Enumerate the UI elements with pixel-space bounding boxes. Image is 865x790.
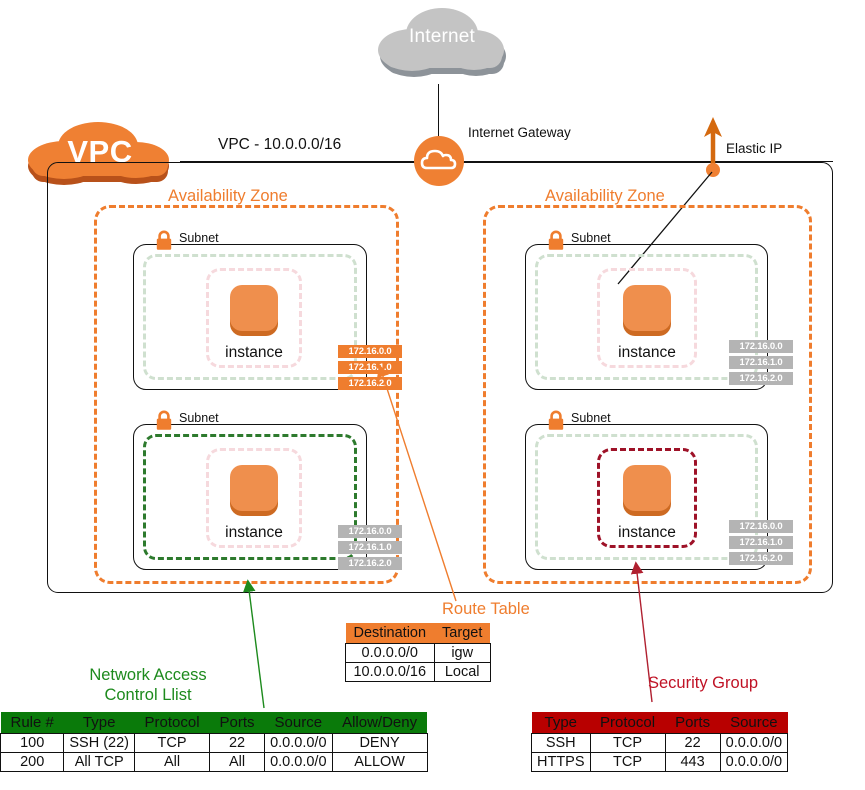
instance-icon — [623, 285, 671, 336]
lock-icon — [156, 410, 172, 430]
lock-icon — [548, 410, 564, 430]
nacl-table-cell: 100 — [0, 733, 65, 753]
vpc-top-connector-line — [180, 161, 833, 162]
nacl-table-header-row: Rule # Type Protocol Ports Source Allow/… — [0, 712, 428, 734]
security-group-table: Type Protocol Ports Source SSH TCP 22 0.… — [531, 712, 789, 772]
table-row: SSH TCP 22 0.0.0.0/0 — [531, 733, 789, 753]
security-group-table-cell: SSH — [531, 733, 591, 753]
nacl-table-cell: 0.0.0.0/0 — [264, 752, 333, 772]
route-table-cell: Local — [433, 662, 491, 682]
nacl-title-line2: Control Llist — [104, 686, 192, 704]
subnet-label-top-right: Subnet — [571, 231, 611, 245]
security-group-table-cell: TCP — [589, 752, 666, 772]
nacl-table-header-cell: Source — [264, 712, 333, 734]
lock-icon — [548, 230, 564, 250]
vpc-cidr-label: VPC - 10.0.0.0/16 — [218, 136, 342, 153]
subnet-label-top-left: Subnet — [179, 231, 219, 245]
security-group-table-header-row: Type Protocol Ports Source — [531, 712, 788, 734]
instance-icon — [230, 465, 278, 516]
nacl-table-header-cell: Type — [63, 712, 135, 734]
nacl-table-header-cell: Protocol — [134, 712, 210, 734]
nacl-table-cell: SSH (22) — [63, 733, 135, 753]
internet-gateway-cloud-glyph — [420, 149, 457, 170]
instance-label-top-right: instance — [618, 344, 676, 361]
nacl-table-cell: 0.0.0.0/0 — [264, 733, 333, 753]
instance-label-bottom-right: instance — [618, 524, 676, 541]
route-chip: 172.16.1.0 — [729, 356, 793, 369]
security-group-table-cell: HTTPS — [531, 752, 591, 772]
vpc-architecture-diagram: Internet VPC VPC - 10.0.0.0/16 Internet … — [0, 0, 865, 790]
route-table: Destination Target 0.0.0.0/0 igw 10.0.0.… — [345, 623, 491, 682]
nacl-table-header-cell: Rule # — [0, 712, 64, 734]
table-row: HTTPS TCP 443 0.0.0.0/0 — [531, 752, 789, 772]
route-table-header-cell: Destination — [345, 623, 435, 644]
security-group-table-header-cell: Ports — [665, 712, 721, 734]
security-group-table-header-cell: Protocol — [590, 712, 666, 734]
security-group-table-cell: 0.0.0.0/0 — [719, 752, 789, 772]
nacl-title-line1: Network Access — [89, 666, 207, 684]
elastic-ip-label: Elastic IP — [726, 141, 783, 156]
security-group-table-cell: 22 — [664, 733, 721, 753]
internet-gateway-stem — [438, 84, 439, 138]
nacl-table-cell: 22 — [209, 733, 266, 753]
instance-icon — [230, 285, 278, 336]
nacl-table: Rule # Type Protocol Ports Source Allow/… — [0, 712, 428, 772]
route-chip: 172.16.2.0 — [729, 372, 793, 385]
subnet-label-bottom-right: Subnet — [571, 411, 611, 425]
nacl-table-cell: All — [209, 752, 266, 772]
table-row: 200 All TCP All All 0.0.0.0/0 ALLOW — [0, 752, 428, 772]
route-chips-top-right: 172.16.0.0 172.16.1.0 172.16.2.0 — [729, 340, 793, 388]
nacl-table-header-cell: Ports — [209, 712, 265, 734]
nacl-table-cell: 200 — [0, 752, 65, 772]
route-chips-bottom-right: 172.16.0.0 172.16.1.0 172.16.2.0 — [729, 520, 793, 568]
instance-label-top-left: instance — [225, 344, 283, 361]
nacl-table-cell: DENY — [331, 733, 428, 753]
nacl-table-cell: All TCP — [63, 752, 135, 772]
route-table-title: Route Table — [442, 600, 530, 618]
availability-zone-right-label: Availability Zone — [545, 187, 665, 205]
lock-icon — [156, 230, 172, 250]
nacl-table-cell: TCP — [133, 733, 211, 753]
instance-icon — [623, 465, 671, 516]
security-group-table-header-cell: Type — [531, 712, 591, 734]
nacl-table-header-cell: Allow/Deny — [332, 712, 428, 734]
nacl-table-cell: All — [133, 752, 211, 772]
table-row: 0.0.0.0/0 igw — [345, 643, 491, 663]
security-group-table-header-cell: Source — [720, 712, 788, 734]
security-group-title: Security Group — [648, 674, 759, 692]
availability-zone-left-label: Availability Zone — [168, 187, 288, 205]
route-chip: 172.16.1.0 — [729, 536, 793, 549]
table-row: 10.0.0.0/16 Local — [345, 662, 491, 682]
route-table-header-cell: Target — [434, 623, 491, 644]
security-group-table-cell: 0.0.0.0/0 — [719, 733, 789, 753]
nacl-title: Network Access Control Llist — [68, 665, 228, 705]
nacl-table-cell: ALLOW — [331, 752, 428, 772]
internet-label: Internet — [408, 26, 476, 47]
subnet-label-bottom-left: Subnet — [179, 411, 219, 425]
table-row: 100 SSH (22) TCP 22 0.0.0.0/0 DENY — [0, 733, 428, 753]
route-table-cell: igw — [433, 643, 491, 663]
route-chip: 172.16.0.0 — [729, 520, 793, 533]
instance-label-bottom-left: instance — [225, 524, 283, 541]
route-table-cell: 0.0.0.0/0 — [345, 643, 435, 663]
route-table-header-row: Destination Target — [345, 623, 491, 644]
route-chip: 172.16.2.0 — [729, 552, 793, 565]
security-group-table-cell: 443 — [664, 752, 721, 772]
route-table-cell: 10.0.0.0/16 — [345, 662, 435, 682]
route-table-callout-arrow — [377, 364, 457, 602]
internet-gateway-label: Internet Gateway — [468, 125, 571, 140]
route-chip: 172.16.0.0 — [729, 340, 793, 353]
security-group-table-cell: TCP — [589, 733, 666, 753]
